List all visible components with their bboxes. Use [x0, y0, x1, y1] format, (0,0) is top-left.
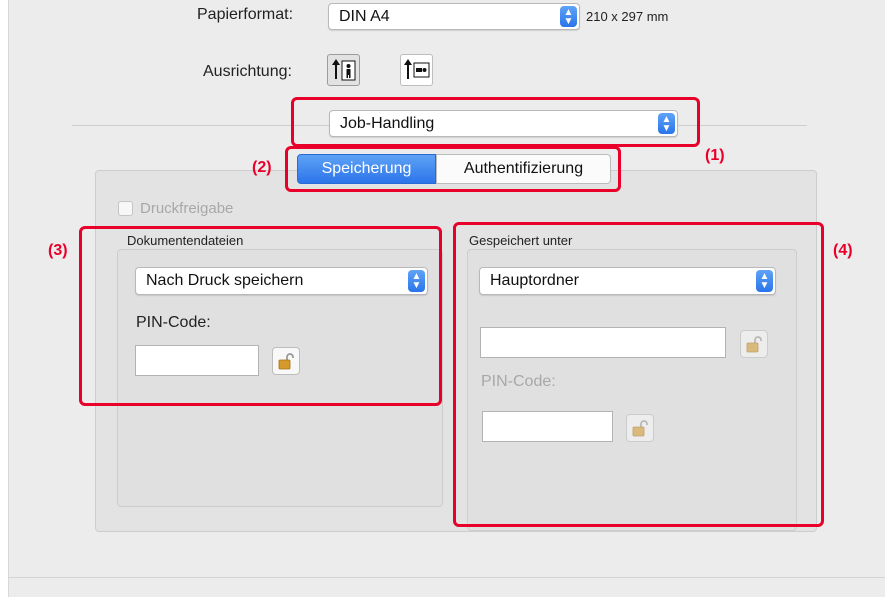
druckfreigabe-label: Druckfreigabe: [140, 200, 234, 217]
paper-format-value: DIN A4: [339, 7, 390, 25]
paper-size-text: 210 x 297 mm: [586, 9, 669, 24]
druckfreigabe-checkbox[interactable]: [118, 201, 133, 216]
callout-label-1: (1): [705, 147, 725, 164]
landscape-orientation-button[interactable]: [400, 54, 433, 86]
portrait-orientation-icon: [331, 59, 355, 81]
landscape-orientation-icon: [403, 59, 429, 79]
callout-box-1: [291, 97, 700, 147]
paper-format-select[interactable]: DIN A4 ▲ ▼: [328, 3, 580, 30]
callout-label-3: (3): [48, 242, 68, 259]
bottom-divider: [8, 577, 885, 578]
callout-label-2: (2): [252, 159, 272, 176]
portrait-orientation-button[interactable]: [327, 54, 360, 86]
orientation-label: Ausrichtung:: [203, 63, 292, 80]
callout-box-3: [79, 226, 442, 406]
callout-box-2: [285, 146, 621, 192]
callout-box-4: [453, 222, 824, 527]
select-arrows-icon: ▲ ▼: [560, 6, 577, 27]
paper-format-label: Papierformat:: [197, 6, 294, 23]
callout-label-4: (4): [833, 242, 853, 259]
